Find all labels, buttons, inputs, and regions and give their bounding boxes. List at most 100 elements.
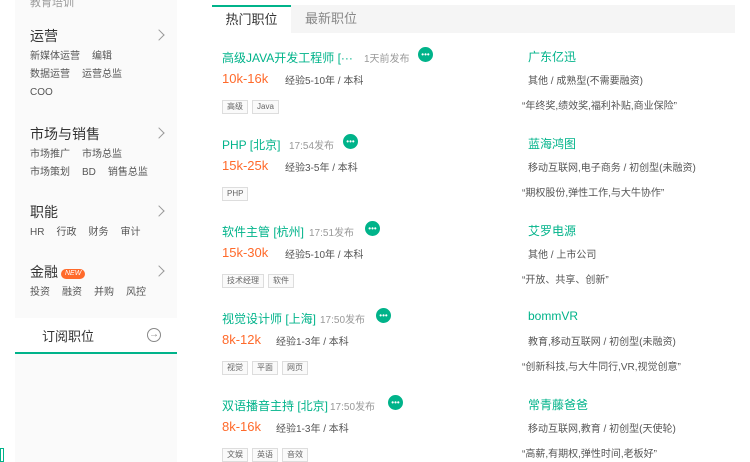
job-tag: Java [252,100,279,114]
category-link[interactable]: 编辑 [92,51,112,62]
category-link[interactable]: 市场总监 [82,149,122,160]
job-tags: 文娱 英语 音效 [222,444,312,462]
chevron-right-icon [153,127,165,139]
job-card[interactable]: 双语播音主持 [北京] 17:50发布 ••• 8k-16k 经验1-3年 / … [212,389,735,462]
company-perks: “创新科技,与大牛同行,VR,视觉创意” [522,362,681,373]
category-link[interactable]: 数据运营 [30,69,70,80]
category-link[interactable]: 行政 [56,227,76,238]
left-edge-marker [0,448,4,462]
category-title: 职能 [30,204,58,220]
arrow-right-circle-icon: → [147,328,161,342]
category-sidebar: 教育培训 运营 新媒体运营 编辑 数据运营 运营总监 COO 市场与销售 市场推广市… [15,0,177,462]
job-title-link[interactable]: 视觉设计师 [上海] [222,310,316,327]
job-tag: 平面 [252,361,278,375]
category-functions[interactable]: 职能 HR 行政 财务 审计 [30,202,177,242]
category-link[interactable]: 风控 [126,287,146,298]
job-post-time: 1天前发布 [364,54,410,65]
job-post-time: 17:51发布 [309,228,355,239]
job-tabs: 热门职位 最新职位 [212,5,735,33]
job-tag: 文娱 [222,448,248,462]
company-name-link[interactable]: bommVR [528,309,578,323]
category-link[interactable]: 审计 [120,227,140,238]
category-title: 运营 [30,28,58,44]
category-link[interactable]: 融资 [62,287,82,298]
job-requirements: 经验5-10年 / 本科 [285,76,364,87]
job-tag: 视觉 [222,361,248,375]
job-post-time: 17:50发布 [320,315,366,326]
chat-bubble-icon[interactable]: ••• [343,134,358,149]
job-requirements: 经验1-3年 / 本科 [276,337,349,348]
job-tag: PHP [222,187,249,201]
job-salary: 8k-16k [222,419,262,434]
category-link[interactable]: BD [82,167,96,178]
category-finance[interactable]: 金融 NEW 投资 融资 并购 风控 [30,262,177,302]
job-card[interactable]: 软件主管 [杭州] 17:51发布 ••• 15k-30k 经验5-10年 / … [212,215,735,288]
category-link[interactable]: 并购 [94,287,114,298]
job-tags: 技术经理 软件 [222,270,298,288]
company-perks: “期权股份,弹性工作,与大牛协作” [522,188,665,199]
company-industry: 教育,移动互联网 / 初创型(未融资) [528,337,676,348]
job-requirements: 经验5-10年 / 本科 [285,250,364,261]
subscribe-jobs-button[interactable]: 订阅职位 → [15,318,177,354]
chevron-right-icon [153,29,165,41]
new-badge: NEW [61,269,86,279]
category-link[interactable]: 财务 [88,227,108,238]
job-tag: 英语 [252,448,278,462]
job-requirements: 经验1-3年 / 本科 [276,424,349,435]
company-name-link[interactable]: 蓝海鸿图 [528,135,576,152]
subscribe-label: 订阅职位 [42,329,95,344]
company-perks: “年终奖,绩效奖,福利补贴,商业保险” [522,101,677,112]
job-requirements: 经验3-5年 / 本科 [285,163,358,174]
chat-bubble-icon[interactable]: ••• [365,221,380,236]
company-perks: “高薪,有期权,弹性时间,老板好” [522,449,657,460]
category-title: 金融 [30,264,58,280]
category-link[interactable]: 新媒体运营 [30,51,80,62]
job-title-link[interactable]: 软件主管 [杭州] [222,223,304,240]
job-tag: 技术经理 [222,274,264,288]
category-link[interactable]: 投资 [30,287,50,298]
job-salary: 8k-12k [222,332,262,347]
sidebar-cut-text: 教育培训 [30,0,74,9]
category-link[interactable]: 市场策划 [30,167,70,178]
category-link[interactable]: COO [30,87,53,98]
chat-bubble-icon[interactable]: ••• [418,47,433,62]
job-title-link[interactable]: PHP [北京] [222,136,280,153]
tab-hot-jobs[interactable]: 热门职位 [212,5,291,33]
job-card[interactable]: 视觉设计师 [上海] 17:50发布 ••• 8k-12k 经验1-3年 / 本… [212,302,735,375]
job-tag: 高级 [222,100,248,114]
job-title-link[interactable]: 高级JAVA开发工程师 [··· [222,49,353,66]
job-tag: 音效 [282,448,308,462]
category-link[interactable]: 销售总监 [108,167,148,178]
company-perks: “开放、共享、创新” [522,275,609,286]
job-card[interactable]: PHP [北京] 17:54发布 ••• 15k-25k 经验3-5年 / 本科… [212,128,735,201]
job-list-panel: 热门职位 最新职位 高级JAVA开发工程师 [··· 1天前发布 ••• 10k… [212,0,735,462]
category-marketing-sales[interactable]: 市场与销售 市场推广 市场总监 市场策划 BD 销售总监 [30,124,177,182]
job-tag: 网页 [282,361,308,375]
company-industry: 移动互联网,教育 / 初创型(天使轮) [528,424,676,435]
category-operations[interactable]: 运营 新媒体运营 编辑 数据运营 运营总监 COO [30,26,177,102]
category-link[interactable]: 运营总监 [82,69,122,80]
company-industry: 其他 / 成熟型(不需要融资) [528,76,643,87]
job-tags: PHP [222,183,252,201]
tab-latest-jobs[interactable]: 最新职位 [291,5,371,33]
company-name-link[interactable]: 常青藤爸爸 [528,396,588,413]
job-title-link[interactable]: 双语播音主持 [北京] [222,397,328,414]
job-tags: 视觉 平面 网页 [222,357,312,375]
job-card[interactable]: 高级JAVA开发工程师 [··· 1天前发布 ••• 10k-16k 经验5-1… [212,41,735,114]
job-tags: 高级 Java [222,96,283,114]
company-industry: 其他 / 上市公司 [528,250,597,261]
chat-bubble-icon[interactable]: ••• [388,395,403,410]
company-name-link[interactable]: 艾罗电源 [528,222,576,239]
job-tag: 软件 [268,274,294,288]
job-post-time: 17:50发布 [330,402,376,413]
job-salary: 15k-25k [222,158,269,173]
job-salary: 15k-30k [222,245,269,260]
chat-bubble-icon[interactable]: ••• [376,308,391,323]
job-post-time: 17:54发布 [289,141,335,152]
category-link[interactable]: HR [30,227,44,238]
category-link[interactable]: 市场推广 [30,149,70,160]
job-salary: 10k-16k [222,71,269,86]
company-name-link[interactable]: 广东亿迅 [528,48,576,65]
company-industry: 移动互联网,电子商务 / 初创型(未融资) [528,163,696,174]
chevron-right-icon [153,205,165,217]
